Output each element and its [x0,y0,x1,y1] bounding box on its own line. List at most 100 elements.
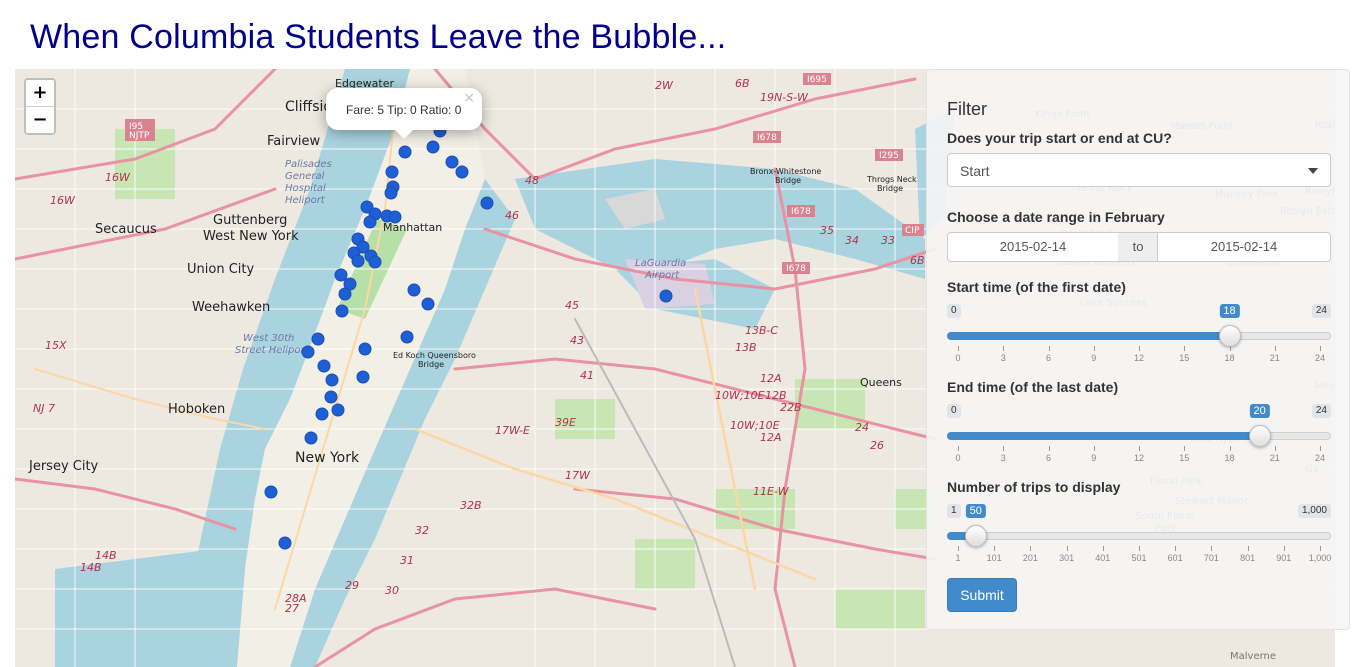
close-icon[interactable]: × [463,90,475,106]
slider-tick-label: 3 [1000,453,1006,463]
trip-marker[interactable] [659,289,673,303]
trip-marker[interactable] [358,342,372,356]
svg-text:14B: 14B [80,561,102,574]
date-range-input: 2015-02-14 to 2015-02-14 [947,232,1331,262]
svg-text:NJ 7: NJ 7 [33,402,55,415]
svg-text:24: 24 [855,421,869,434]
svg-text:I678: I678 [791,207,811,217]
trip-marker[interactable] [338,287,352,301]
slider-tick-label: 0 [955,353,961,363]
trip-marker[interactable] [356,370,370,384]
trip-marker[interactable] [334,268,348,282]
trip-marker[interactable] [445,155,459,169]
trip-marker[interactable] [388,210,402,224]
trip-marker[interactable] [315,407,329,421]
svg-text:Fairview: Fairview [267,134,321,149]
svg-text:Weehawken: Weehawken [192,300,270,315]
svg-text:27: 27 [285,602,299,615]
svg-text:43: 43 [570,334,584,347]
svg-text:11E-W: 11E-W [753,485,790,498]
start-time-label: Start time (of the first date) [947,279,1126,295]
slider-tick-label: 1,000 [1308,553,1332,563]
slider-tick [958,346,959,351]
trip-marker[interactable] [278,536,292,550]
start-end-value: Start [960,163,990,179]
trip-marker[interactable] [421,297,435,311]
slider-handle[interactable] [1248,425,1271,447]
trip-marker[interactable] [351,254,365,268]
slider-min-label: 0 [947,304,961,318]
slider-tick-label: 1 [955,553,961,563]
trip-marker[interactable] [400,330,414,344]
slider-tick [1030,546,1032,551]
filter-title: Filter [947,99,987,119]
svg-text:30: 30 [385,584,399,597]
slider-tick-label: 9 [1091,453,1097,463]
end-time-label: End time (of the last date) [947,379,1119,395]
end-time-slider[interactable]: 0 24 20 0 3 6 9 12 15 18 21 24 [947,404,1331,474]
chevron-down-icon [1308,168,1318,174]
trip-marker[interactable] [331,403,345,417]
trip-marker[interactable] [324,390,338,404]
num-trips-slider[interactable]: 1 1,000 50 1 101 201 301 401 501 601 701 801 901 1… [947,504,1331,574]
slider-tick-label: 3 [1000,353,1006,363]
date-separator: to [1118,232,1158,262]
slider-max-label: 24 [1311,304,1331,318]
start-time-slider[interactable]: 0 24 18 0 3 6 9 12 15 18 21 24 [947,304,1331,374]
slider-handle[interactable] [1218,325,1241,347]
slider-min-label: 1 [947,504,961,518]
slider-max-label: 24 [1311,404,1331,418]
submit-button[interactable]: Submit [947,578,1017,612]
slider-tick-label: 101 [986,553,1002,563]
slider-tick [1320,446,1321,451]
svg-text:15X: 15X [45,339,67,352]
trip-marker[interactable] [264,485,278,499]
trip-marker[interactable] [384,186,398,200]
svg-text:10W;10E: 10W;10E [715,389,765,402]
trip-marker[interactable] [398,145,412,159]
slider-tick-label: 9 [1091,353,1097,363]
slider-tick-label: 6 [1045,453,1052,463]
svg-text:New York: New York [295,450,360,466]
slider-tick [1229,446,1231,451]
svg-text:West 30th: West 30th [243,333,294,344]
trip-marker[interactable] [301,345,315,359]
slider-tick-label: 12 [1133,353,1145,363]
popup-tip [394,129,414,139]
slider-track[interactable] [947,532,1331,540]
date-start-field[interactable]: 2015-02-14 [947,232,1119,262]
svg-text:I295: I295 [879,151,899,161]
svg-text:Street Heliport: Street Heliport [235,345,310,356]
trip-marker[interactable] [335,304,349,318]
trip-marker[interactable] [317,359,331,373]
slider-tick [958,546,959,551]
svg-text:31: 31 [400,554,414,567]
zoom-out-button[interactable]: − [26,106,54,133]
trip-marker[interactable] [363,215,377,229]
trip-marker[interactable] [325,373,339,387]
trip-marker[interactable] [385,165,399,179]
slider-tick [1003,446,1005,451]
svg-text:46: 46 [505,209,519,222]
slider-tick-label: 601 [1167,553,1183,563]
svg-text:Jersey City: Jersey City [28,459,99,474]
svg-text:General: General [285,171,325,182]
slider-tick-label: 801 [1240,553,1256,563]
slider-handle[interactable] [964,525,987,547]
start-end-select[interactable]: Start [947,153,1331,187]
svg-text:I695: I695 [807,75,827,85]
trip-marker[interactable] [480,196,494,210]
trip-marker[interactable] [368,255,382,269]
trip-marker[interactable] [304,431,318,445]
trip-marker[interactable] [455,165,469,179]
svg-text:26: 26 [870,439,884,452]
slider-tick-label: 21 [1269,453,1280,463]
date-end-field[interactable]: 2015-02-14 [1157,232,1331,262]
svg-text:Queens: Queens [860,376,902,389]
trip-marker[interactable] [426,140,440,154]
slider-tick-label: 701 [1203,553,1219,563]
trip-marker[interactable] [407,283,421,297]
trip-marker[interactable] [311,332,325,346]
zoom-in-button[interactable]: + [26,80,54,106]
slider-tick [1274,446,1276,451]
